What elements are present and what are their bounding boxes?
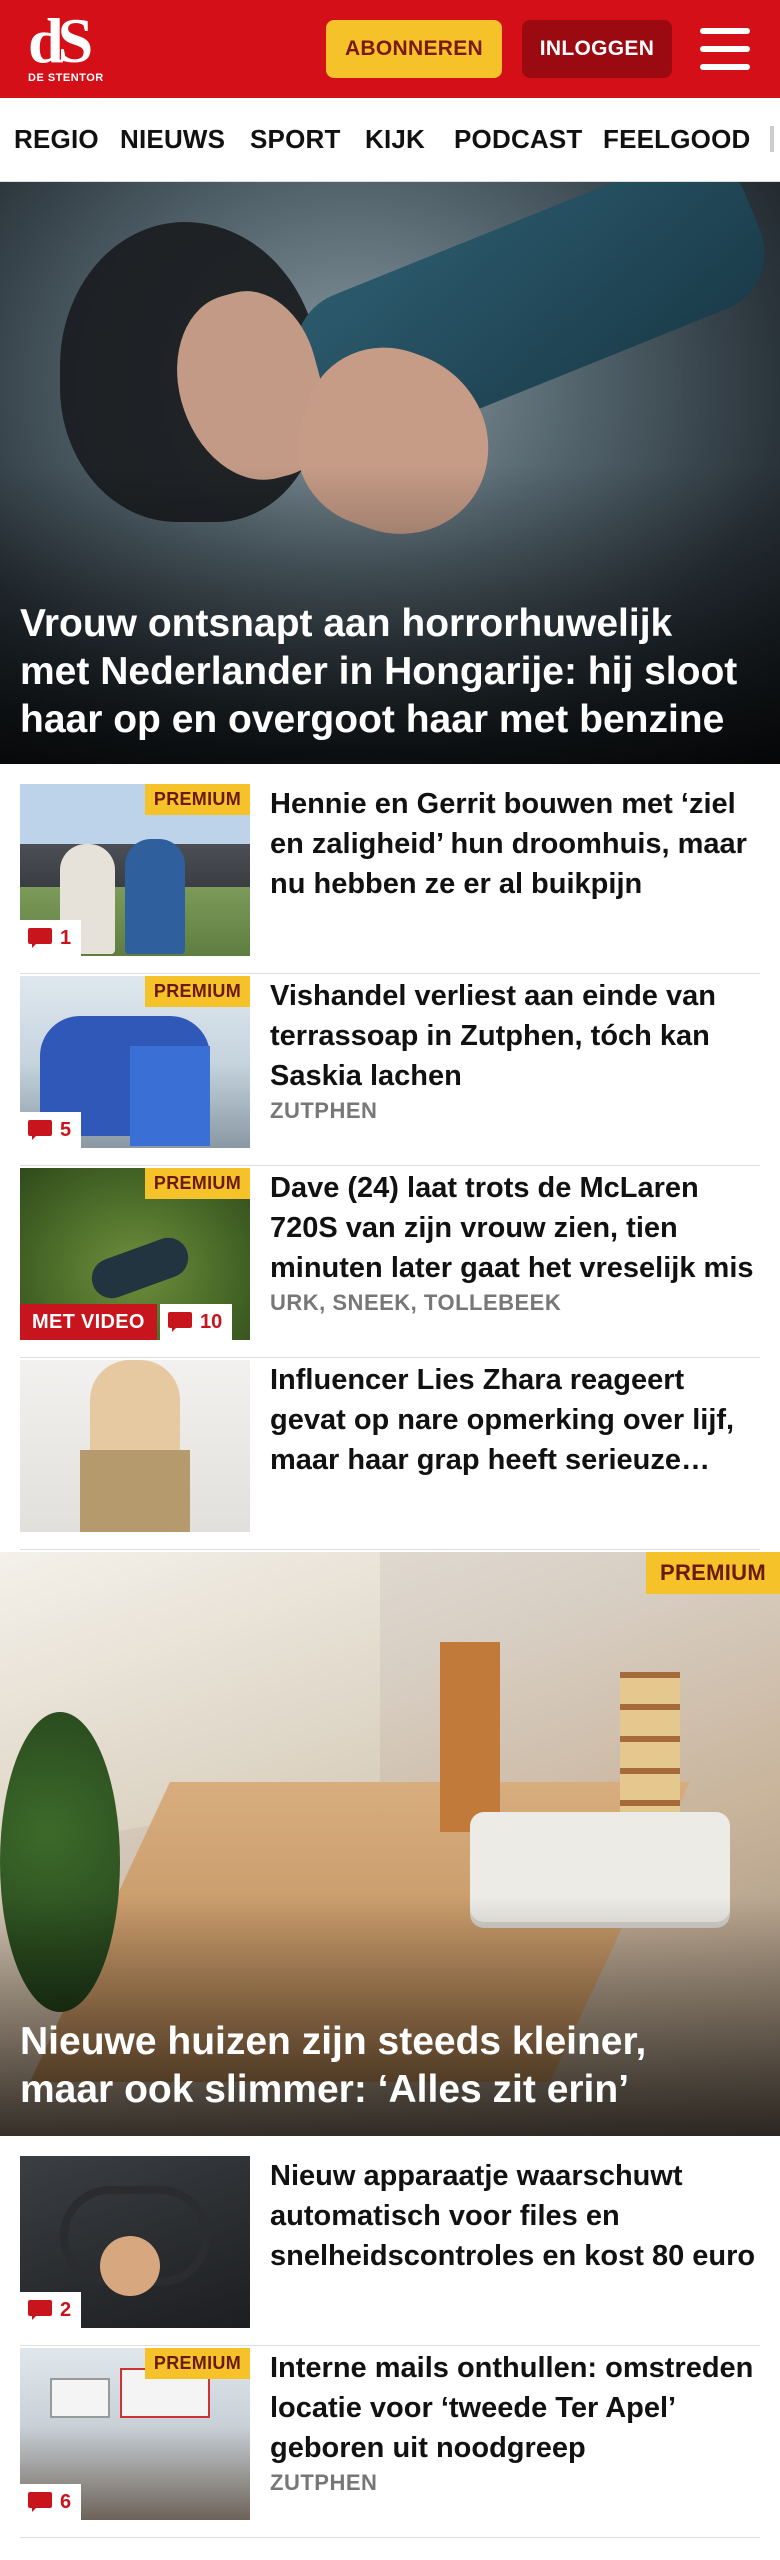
article-headline[interactable]: Interne mails onthullen: omstreden locat… [270, 2348, 760, 2468]
comment-count-badge[interactable]: 10 [160, 1304, 233, 1340]
comment-count-badge[interactable]: 2 [20, 2292, 82, 2328]
nav-overflow-indicator [770, 126, 774, 152]
comment-count: 5 [60, 1118, 72, 1141]
nav-item-podcast[interactable]: PODCAST [454, 124, 583, 155]
article-item[interactable]: PREMIUM MET VIDEO 10 Dave (24) laat trot… [20, 1168, 760, 1358]
featured-article[interactable]: PREMIUM Nieuwe huizen zijn steeds kleine… [0, 1552, 780, 2136]
premium-badge: PREMIUM [144, 976, 250, 1007]
comment-count-badge[interactable]: 1 [20, 920, 82, 956]
premium-badge: PREMIUM [144, 784, 250, 815]
article-headline[interactable]: Hennie en Gerrit bouwen met ‘ziel en zal… [270, 784, 760, 904]
logo-subtitle: DE STENTOR [28, 72, 104, 84]
comment-count-badge[interactable]: 6 [20, 2484, 82, 2520]
hamburger-menu-icon[interactable] [700, 28, 750, 70]
logo-mark: dS [28, 5, 93, 76]
comment-count-badge[interactable]: 5 [20, 1112, 82, 1148]
comment-count: 10 [200, 1310, 223, 1333]
article-headline[interactable]: Nieuw apparaatje waarschuwt automatisch … [270, 2156, 760, 2276]
comment-icon [28, 1120, 52, 1140]
section-nav: REGIO NIEUWS SPORT KIJK PODCAST FEELGOOD [0, 98, 780, 182]
article-item[interactable]: PREMIUM 5 Vishandel verliest aan einde v… [20, 976, 760, 1166]
featured-image-door [440, 1642, 500, 1832]
article-headline[interactable]: Vishandel verliest aan einde van terrass… [270, 976, 760, 1096]
premium-badge: PREMIUM [646, 1552, 780, 1594]
hero-article[interactable]: Vrouw ontsnapt aan horrorhuwelijk met Ne… [0, 182, 780, 764]
thumbnail-chair [130, 1046, 210, 1146]
article-headline[interactable]: Influencer Lies Zhara reageert gevat op … [270, 1360, 760, 1480]
thumbnail-jacket [80, 1450, 190, 1532]
article-thumbnail: PREMIUM MET VIDEO 10 [20, 1168, 250, 1340]
article-item[interactable]: PREMIUM 1 Hennie en Gerrit bouwen met ‘z… [20, 784, 760, 974]
site-logo[interactable]: dS DE STENTOR [28, 5, 112, 88]
comment-icon [168, 1312, 192, 1332]
premium-badge: PREMIUM [144, 1168, 250, 1199]
comment-icon [28, 928, 52, 948]
nav-item-regio[interactable]: REGIO [14, 124, 99, 155]
nav-item-sport[interactable]: SPORT [250, 124, 341, 155]
article-item[interactable]: 2 Nieuw apparaatje waarschuwt automatisc… [20, 2156, 760, 2346]
article-location: URK, SNEEK, TOLLEBEEK [270, 1290, 562, 1315]
nav-item-nieuws[interactable]: NIEUWS [120, 124, 225, 155]
comment-icon [28, 2492, 52, 2512]
comment-icon [28, 2300, 52, 2320]
article-location: ZUTPHEN [270, 1098, 378, 1123]
article-thumbnail [20, 1360, 250, 1532]
nav-item-kijk[interactable]: KIJK [365, 124, 425, 155]
site-header: dS DE STENTOR ABONNEREN INLOGGEN [0, 0, 780, 98]
video-badge: MET VIDEO [20, 1304, 157, 1340]
subscribe-button[interactable]: ABONNEREN [326, 20, 502, 78]
article-thumbnail: PREMIUM 6 [20, 2348, 250, 2520]
featured-headline[interactable]: Nieuwe huizen zijn steeds kleiner, maar … [20, 2018, 740, 2114]
article-thumbnail: PREMIUM 5 [20, 976, 250, 1148]
article-thumbnail: 2 [20, 2156, 250, 2328]
thumbnail-person [125, 839, 185, 954]
article-item[interactable]: Influencer Lies Zhara reageert gevat op … [20, 1360, 760, 1550]
premium-badge: PREMIUM [144, 2348, 250, 2379]
featured-image-shelf [620, 1672, 680, 1822]
thumbnail-hand [100, 2236, 160, 2296]
comment-count: 6 [60, 2490, 72, 2513]
article-location: ZUTPHEN [270, 2470, 378, 2495]
thumbnail-protest-sign [50, 2378, 110, 2418]
comment-count: 2 [60, 2298, 72, 2321]
nav-item-feelgood[interactable]: FEELGOOD [603, 124, 751, 155]
article-thumbnail: PREMIUM 1 [20, 784, 250, 956]
article-headline[interactable]: Dave (24) laat trots de McLaren 720S van… [270, 1168, 760, 1288]
comment-count: 1 [60, 926, 72, 949]
hero-headline[interactable]: Vrouw ontsnapt aan horrorhuwelijk met Ne… [20, 600, 740, 744]
login-button[interactable]: INLOGGEN [522, 20, 672, 78]
article-item[interactable]: PREMIUM 6 Interne mails onthullen: omstr… [20, 2348, 760, 2538]
